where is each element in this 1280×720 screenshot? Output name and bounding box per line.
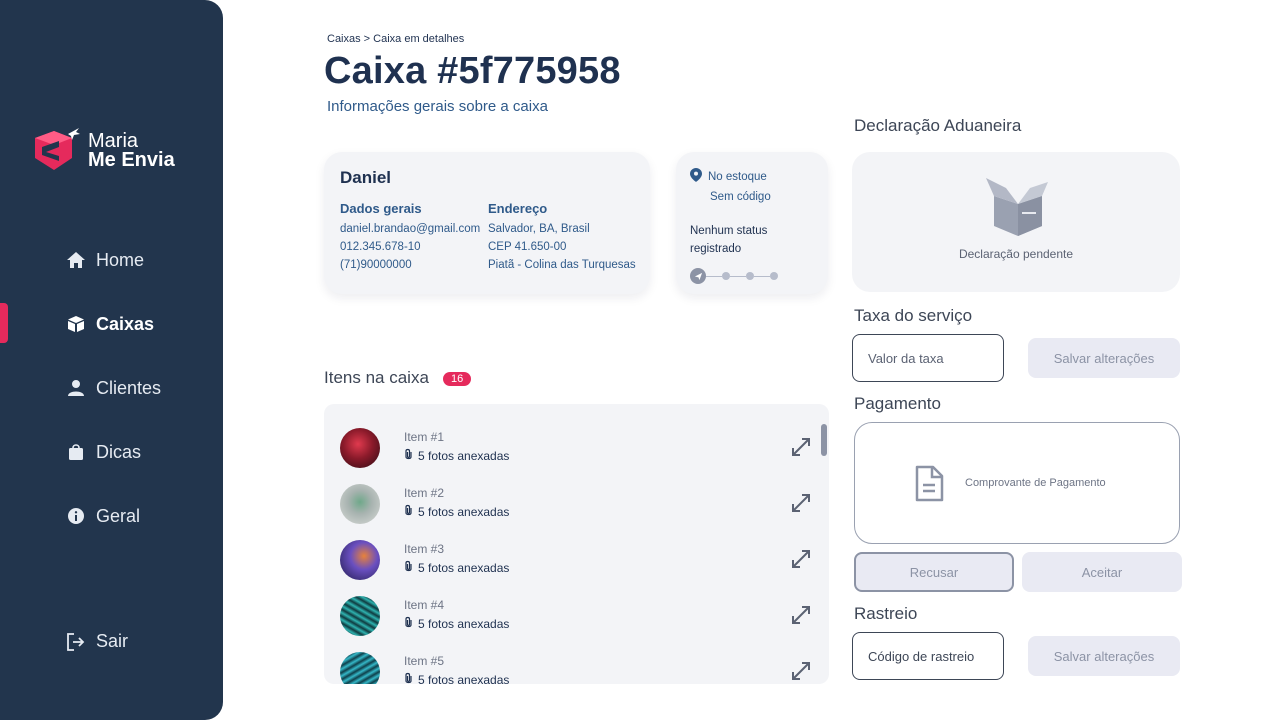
customs-pending-text: Declaração pendente bbox=[958, 247, 1074, 261]
brand-logo[interactable]: Maria Me Envia bbox=[32, 128, 175, 174]
sidebar-item-caixas[interactable]: Caixas bbox=[66, 310, 161, 338]
status-card: No estoque Sem código Nenhum status regi… bbox=[676, 152, 828, 294]
user-icon bbox=[66, 378, 86, 398]
items-list[interactable]: Item #1 5 fotos anexadas Item #2 5 fotos… bbox=[324, 404, 829, 684]
list-item[interactable]: Item #1 5 fotos anexadas bbox=[340, 428, 810, 470]
item-name: Item #2 bbox=[404, 486, 445, 500]
status-location: No estoque bbox=[708, 171, 767, 183]
sidebar-nav: Home Caixas Clientes Dicas Geral bbox=[66, 246, 161, 566]
paperclip-icon bbox=[404, 448, 413, 464]
fee-heading: Taxa do serviço bbox=[854, 306, 973, 325]
home-icon bbox=[66, 250, 86, 270]
sidebar-item-dicas[interactable]: Dicas bbox=[66, 438, 161, 466]
payment-receipt-label: Comprovante de Pagamento bbox=[965, 477, 1106, 489]
logout-icon bbox=[66, 632, 86, 652]
items-heading: Itens na caixa bbox=[324, 368, 429, 387]
sidebar-item-home[interactable]: Home bbox=[66, 246, 161, 274]
list-item[interactable]: Item #5 5 fotos anexadas bbox=[340, 652, 810, 684]
expand-icon[interactable] bbox=[790, 604, 812, 626]
payment-heading: Pagamento bbox=[854, 394, 941, 413]
tracker-step bbox=[746, 272, 754, 280]
box-plane-logo-icon bbox=[35, 128, 80, 170]
client-card: Daniel Dados gerais daniel.brandao@gmail… bbox=[324, 152, 650, 294]
sidebar-item-label: Dicas bbox=[96, 441, 142, 462]
address-heading: Endereço bbox=[488, 201, 548, 216]
item-name: Item #1 bbox=[404, 430, 445, 444]
sidebar-item-label: Geral bbox=[96, 505, 141, 526]
location-pin-icon bbox=[690, 168, 702, 188]
paperclip-icon bbox=[404, 560, 413, 576]
status-code: Sem código bbox=[710, 191, 771, 203]
tracker-step bbox=[770, 272, 778, 280]
document-icon bbox=[915, 465, 944, 502]
payment-receipt-dropzone[interactable]: Comprovante de Pagamento bbox=[854, 422, 1180, 544]
item-name: Item #5 bbox=[404, 654, 445, 668]
reject-button[interactable]: Recusar bbox=[854, 552, 1014, 592]
fee-input[interactable]: Valor da taxa bbox=[852, 334, 1004, 382]
paperclip-icon bbox=[404, 672, 413, 684]
list-item[interactable]: Item #2 5 fotos anexadas bbox=[340, 484, 810, 526]
general-data-heading: Dados gerais bbox=[340, 201, 422, 216]
item-name: Item #4 bbox=[404, 598, 445, 612]
sidebar-item-label: Caixas bbox=[96, 313, 155, 334]
accept-button[interactable]: Aceitar bbox=[1022, 552, 1182, 592]
customs-heading: Declaração Aduaneira bbox=[854, 116, 1022, 135]
box-icon bbox=[66, 314, 86, 334]
open-box-icon bbox=[986, 178, 1048, 236]
items-count-badge: 16 bbox=[443, 372, 472, 386]
expand-icon[interactable] bbox=[790, 660, 812, 682]
item-photos-count: 5 fotos anexadas bbox=[418, 505, 510, 519]
sidebar-item-label: Clientes bbox=[96, 377, 162, 398]
active-nav-marker bbox=[0, 303, 8, 343]
client-name: Daniel bbox=[340, 168, 392, 187]
list-item[interactable]: Item #4 5 fotos anexadas bbox=[340, 596, 810, 638]
scrollbar[interactable] bbox=[821, 424, 827, 456]
breadcrumb[interactable]: Caixas > Caixa em detalhes bbox=[327, 33, 464, 45]
status-empty-text: Nenhum status registrado bbox=[690, 225, 768, 255]
item-photos-count: 5 fotos anexadas bbox=[418, 617, 510, 631]
tracker-step bbox=[722, 272, 730, 280]
info-icon bbox=[66, 506, 86, 526]
brand-line2: Me Envia bbox=[88, 149, 175, 171]
item-photos-count: 5 fotos anexadas bbox=[418, 561, 510, 575]
sidebar-item-label: Home bbox=[96, 249, 145, 270]
sidebar-item-clientes[interactable]: Clientes bbox=[66, 374, 161, 402]
bag-icon bbox=[66, 442, 86, 462]
client-zip: CEP 41.650-00 bbox=[488, 241, 567, 253]
sidebar-item-geral[interactable]: Geral bbox=[66, 502, 161, 530]
tracking-heading: Rastreio bbox=[854, 604, 918, 623]
logout-label: Sair bbox=[96, 631, 129, 651]
paperclip-icon bbox=[404, 504, 413, 520]
paperclip-icon bbox=[404, 616, 413, 632]
client-document: 012.345.678-10 bbox=[340, 241, 421, 253]
item-photos-count: 5 fotos anexadas bbox=[418, 673, 510, 684]
item-thumbnail bbox=[340, 540, 380, 580]
item-thumbnail bbox=[340, 428, 380, 468]
item-thumbnail bbox=[340, 484, 380, 524]
item-photos-count: 5 fotos anexadas bbox=[418, 449, 510, 463]
client-district: Piatã - Colina das Turquesas bbox=[488, 259, 636, 271]
client-city: Salvador, BA, Brasil bbox=[488, 223, 590, 235]
status-tracker bbox=[690, 268, 814, 284]
expand-icon[interactable] bbox=[790, 492, 812, 514]
page-title: Caixa #5f775958 bbox=[324, 50, 621, 92]
customs-declaration-card[interactable]: Declaração pendente bbox=[852, 152, 1180, 292]
tracking-input[interactable]: Código de rastreio bbox=[852, 632, 1004, 680]
item-thumbnail bbox=[340, 652, 380, 684]
fee-save-button[interactable]: Salvar alterações bbox=[1028, 338, 1180, 378]
client-email: daniel.brandao@gmail.com bbox=[340, 223, 481, 235]
sidebar: Maria Me Envia Home Caixas Clientes Dica… bbox=[0, 0, 223, 720]
item-name: Item #3 bbox=[404, 542, 445, 556]
page-subtitle: Informações gerais sobre a caixa bbox=[327, 98, 548, 115]
plane-icon bbox=[690, 268, 706, 284]
logout-button[interactable]: Sair bbox=[66, 631, 128, 652]
tracking-save-button[interactable]: Salvar alterações bbox=[1028, 636, 1180, 676]
item-thumbnail bbox=[340, 596, 380, 636]
list-item[interactable]: Item #3 5 fotos anexadas bbox=[340, 540, 810, 582]
expand-icon[interactable] bbox=[790, 548, 812, 570]
client-phone: (71)90000000 bbox=[340, 259, 412, 271]
expand-icon[interactable] bbox=[790, 436, 812, 458]
